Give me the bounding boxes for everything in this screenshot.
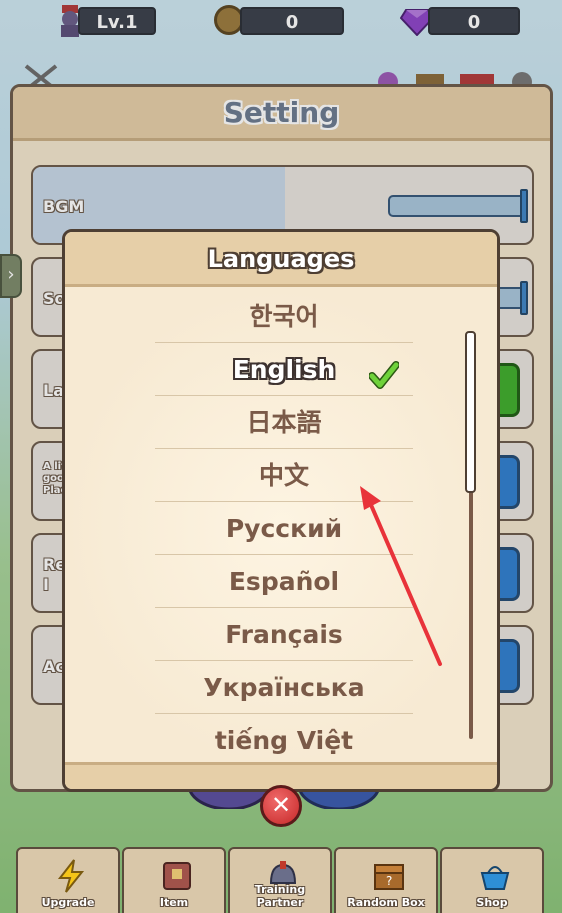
close-icon: ✕	[270, 791, 292, 819]
bgm-slider-knob[interactable]	[520, 189, 528, 223]
languages-title: Languages	[65, 232, 497, 287]
scrollbar-thumb[interactable]	[465, 331, 476, 493]
nav-shop-label: Shop	[476, 896, 508, 909]
bottom-nav: Upgrade Item Training Partner ? Random B…	[14, 847, 548, 913]
basket-icon	[480, 866, 510, 890]
language-label: La	[43, 381, 64, 400]
language-option-spanish[interactable]: Español	[155, 556, 413, 608]
lightning-icon	[57, 859, 85, 893]
language-option-vietnamese[interactable]: tiếng Việt	[155, 715, 413, 767]
language-option-english[interactable]: English	[155, 344, 413, 396]
nav-random-box-label: Random Box	[347, 896, 425, 909]
language-option-russian[interactable]: Русский	[155, 503, 413, 555]
nav-training-partner-label: Training Partner	[254, 883, 306, 909]
nav-random-box[interactable]: ? Random Box	[334, 847, 438, 913]
top-bar: Lv.1 0 0	[0, 0, 562, 44]
language-option-label: English	[232, 355, 336, 384]
language-list[interactable]: 한국어 English 日本語 中文 Русский Español Franç…	[65, 287, 497, 767]
gem-text: 0	[467, 12, 481, 33]
bgm-slider[interactable]	[388, 189, 528, 223]
language-option-korean[interactable]: 한국어	[155, 291, 413, 343]
bgm-label: BGM	[43, 197, 85, 216]
chest-icon: ?	[374, 864, 404, 890]
gem-count: 0	[428, 7, 520, 35]
nav-item-label: Item	[159, 896, 189, 909]
nav-upgrade[interactable]: Upgrade	[16, 847, 120, 913]
level-display: Lv.1	[78, 7, 156, 35]
setting-title: Setting	[13, 87, 550, 141]
scroll-icon	[163, 862, 191, 890]
language-option-chinese[interactable]: 中文	[155, 450, 413, 502]
close-button[interactable]: ✕	[260, 785, 302, 827]
chevron-right-icon: ›	[7, 264, 15, 285]
level-text: Lv.1	[96, 12, 138, 33]
nav-shop[interactable]: Shop	[440, 847, 544, 913]
coin-count: 0	[240, 7, 344, 35]
nav-training-partner[interactable]: Training Partner	[228, 847, 332, 913]
svg-text:?: ?	[386, 874, 392, 888]
language-option-japanese[interactable]: 日本語	[155, 397, 413, 449]
language-option-ukrainian[interactable]: Українська	[155, 662, 413, 714]
nav-upgrade-label: Upgrade	[41, 896, 95, 909]
nav-item[interactable]: Item	[122, 847, 226, 913]
side-expand-tab[interactable]: ›	[0, 254, 22, 298]
checkmark-icon	[368, 356, 400, 389]
languages-modal: Languages 한국어 English 日本語 中文 Русский Esp…	[62, 229, 500, 792]
language-option-french[interactable]: Français	[155, 609, 413, 661]
coin-text: 0	[285, 12, 299, 33]
sound-slider-knob[interactable]	[520, 281, 528, 315]
